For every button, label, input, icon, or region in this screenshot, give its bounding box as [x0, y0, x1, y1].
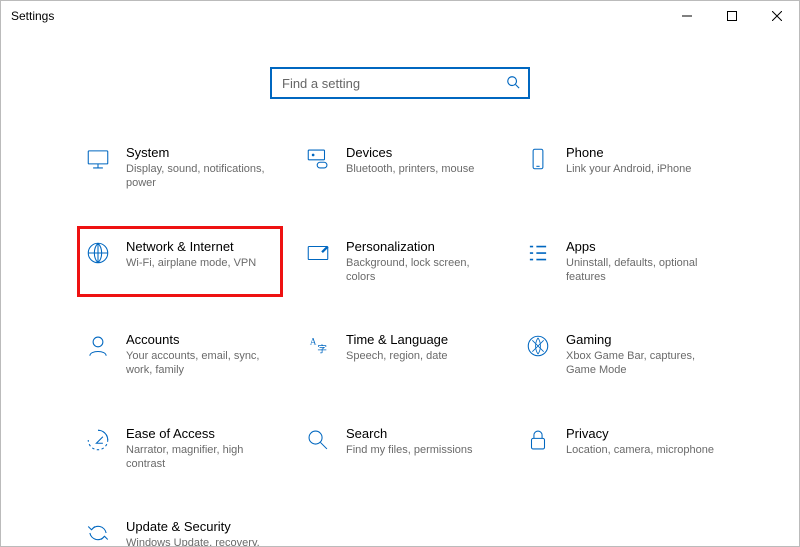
item-update-security[interactable]: Update & Security Windows Update, recove…	[80, 513, 280, 546]
personalization-icon	[304, 239, 332, 267]
item-desc: Bluetooth, printers, mouse	[346, 162, 474, 176]
item-personalization[interactable]: Personalization Background, lock screen,…	[300, 233, 500, 291]
item-desc: Windows Update, recovery, backup	[126, 536, 276, 546]
svg-text:字: 字	[317, 343, 327, 356]
item-ease-of-access[interactable]: Ease of Access Narrator, magnifier, high…	[80, 420, 280, 478]
privacy-icon	[524, 426, 552, 454]
titlebar: Settings	[1, 1, 799, 31]
item-apps[interactable]: Apps Uninstall, defaults, optional featu…	[520, 233, 720, 291]
maximize-button[interactable]	[709, 1, 754, 31]
devices-icon	[304, 145, 332, 173]
item-title: Network & Internet	[126, 239, 256, 254]
item-phone[interactable]: Phone Link your Android, iPhone	[520, 139, 720, 197]
minimize-button[interactable]	[664, 1, 709, 31]
accounts-icon	[84, 332, 112, 360]
item-desc: Location, camera, microphone	[566, 443, 714, 457]
item-desc: Narrator, magnifier, high contrast	[126, 443, 276, 472]
item-accounts[interactable]: Accounts Your accounts, email, sync, wor…	[80, 326, 280, 384]
item-title: Update & Security	[126, 519, 276, 534]
globe-icon	[84, 239, 112, 267]
ease-of-access-icon	[84, 426, 112, 454]
item-desc: Your accounts, email, sync, work, family	[126, 349, 276, 378]
phone-icon	[524, 145, 552, 173]
search-wrap	[270, 67, 530, 99]
item-desc: Background, lock screen, colors	[346, 256, 496, 285]
item-desc: Wi-Fi, airplane mode, VPN	[126, 256, 256, 270]
time-language-icon: A字	[304, 332, 332, 360]
item-desc: Find my files, permissions	[346, 443, 473, 457]
item-title: Time & Language	[346, 332, 448, 347]
item-desc: Uninstall, defaults, optional features	[566, 256, 716, 285]
item-title: Ease of Access	[126, 426, 276, 441]
item-desc: Link your Android, iPhone	[566, 162, 691, 176]
item-title: System	[126, 145, 276, 160]
search-box[interactable]	[270, 67, 530, 99]
item-title: Apps	[566, 239, 716, 254]
item-title: Search	[346, 426, 473, 441]
search-icon	[506, 75, 520, 92]
content-area: System Display, sound, notifications, po…	[1, 31, 799, 546]
window-title: Settings	[1, 9, 664, 23]
item-network[interactable]: Network & Internet Wi-Fi, airplane mode,…	[77, 226, 283, 298]
item-desc: Xbox Game Bar, captures, Game Mode	[566, 349, 716, 378]
item-title: Gaming	[566, 332, 716, 347]
search-category-icon	[304, 426, 332, 454]
item-title: Privacy	[566, 426, 714, 441]
close-button[interactable]	[754, 1, 799, 31]
apps-icon	[524, 239, 552, 267]
item-title: Accounts	[126, 332, 276, 347]
item-system[interactable]: System Display, sound, notifications, po…	[80, 139, 280, 197]
search-input[interactable]	[280, 75, 506, 92]
item-title: Devices	[346, 145, 474, 160]
gaming-icon	[524, 332, 552, 360]
item-time-language[interactable]: A字 Time & Language Speech, region, date	[300, 326, 500, 384]
item-title: Phone	[566, 145, 691, 160]
item-privacy[interactable]: Privacy Location, camera, microphone	[520, 420, 720, 478]
item-title: Personalization	[346, 239, 496, 254]
settings-grid: System Display, sound, notifications, po…	[80, 139, 720, 546]
settings-window: Settings S	[0, 0, 800, 547]
item-search[interactable]: Search Find my files, permissions	[300, 420, 500, 478]
item-desc: Speech, region, date	[346, 349, 448, 363]
item-gaming[interactable]: Gaming Xbox Game Bar, captures, Game Mod…	[520, 326, 720, 384]
item-devices[interactable]: Devices Bluetooth, printers, mouse	[300, 139, 500, 197]
system-icon	[84, 145, 112, 173]
update-icon	[84, 519, 112, 546]
item-desc: Display, sound, notifications, power	[126, 162, 276, 191]
svg-text:A: A	[310, 337, 317, 347]
